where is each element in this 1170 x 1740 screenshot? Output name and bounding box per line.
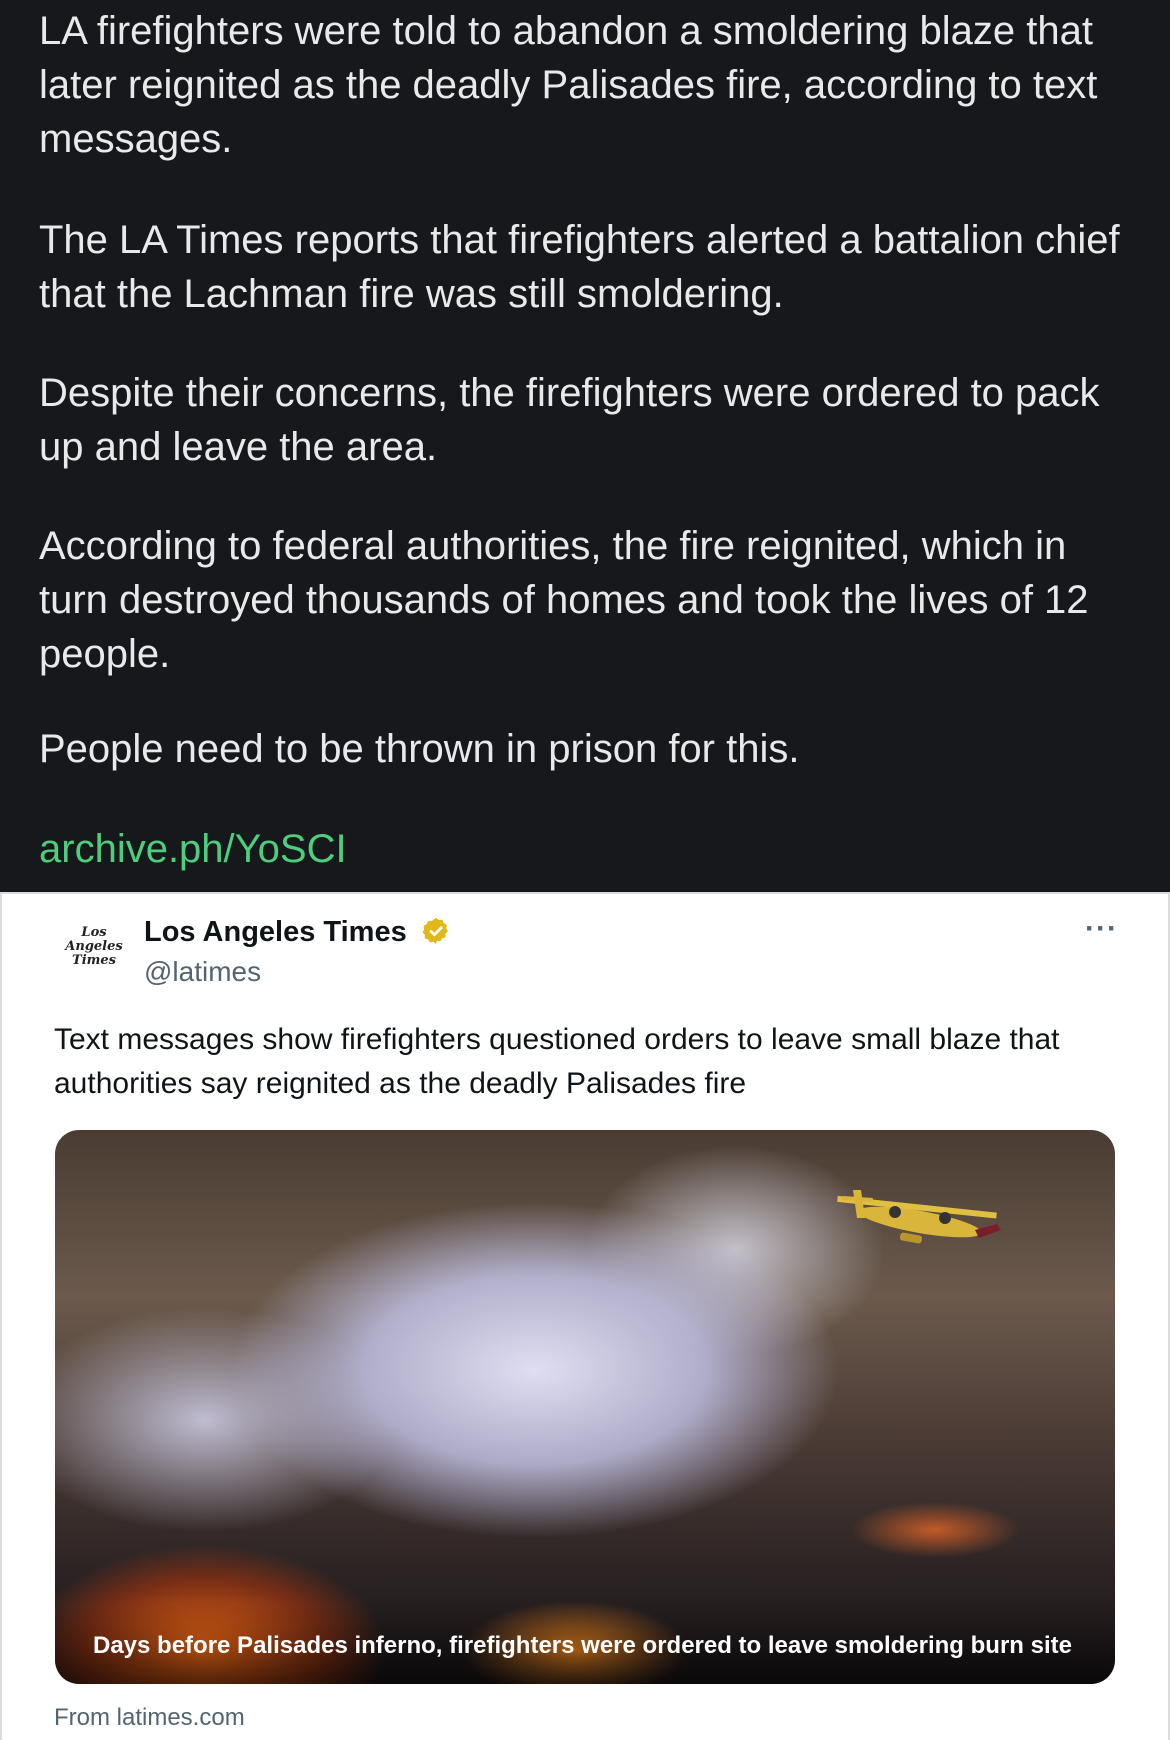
post-paragraph: People need to be thrown in prison for t… [39, 727, 800, 771]
aircraft-graphic [837, 1190, 1001, 1244]
image-caption: Days before Palisades inferno, firefight… [93, 1632, 1072, 1659]
article-image[interactable]: Days before Palisades inferno, firefight… [55, 1130, 1115, 1684]
account-handle[interactable]: @latimes [144, 956, 261, 988]
source-domain[interactable]: From latimes.com [54, 1704, 245, 1732]
post-paragraph: Despite their concerns, the firefighters… [39, 371, 1100, 469]
post-paragraph: The LA Times reports that firefighters a… [39, 218, 1120, 316]
archive-link[interactable]: archive.ph/YoSCI [39, 822, 347, 876]
image-caption-overlay: Days before Palisades inferno, firefight… [55, 1604, 1115, 1684]
gold-verified-icon [422, 918, 448, 945]
account-name-text[interactable]: Los Angeles Times [144, 916, 407, 948]
latimes-logo: Los Angeles Times [65, 925, 123, 968]
post-paragraph: LA firefighters were told to abandon a s… [39, 9, 1098, 161]
embedded-tweet-card[interactable]: Los Angeles Times Los Angeles Times @lat… [0, 892, 1170, 1740]
tweet-text: Text messages show firefighters question… [54, 1023, 1060, 1100]
account-name[interactable]: Los Angeles Times [144, 916, 451, 949]
post-paragraph: According to federal authorities, the fi… [39, 524, 1089, 676]
more-options-icon[interactable]: ··· [1085, 912, 1118, 946]
